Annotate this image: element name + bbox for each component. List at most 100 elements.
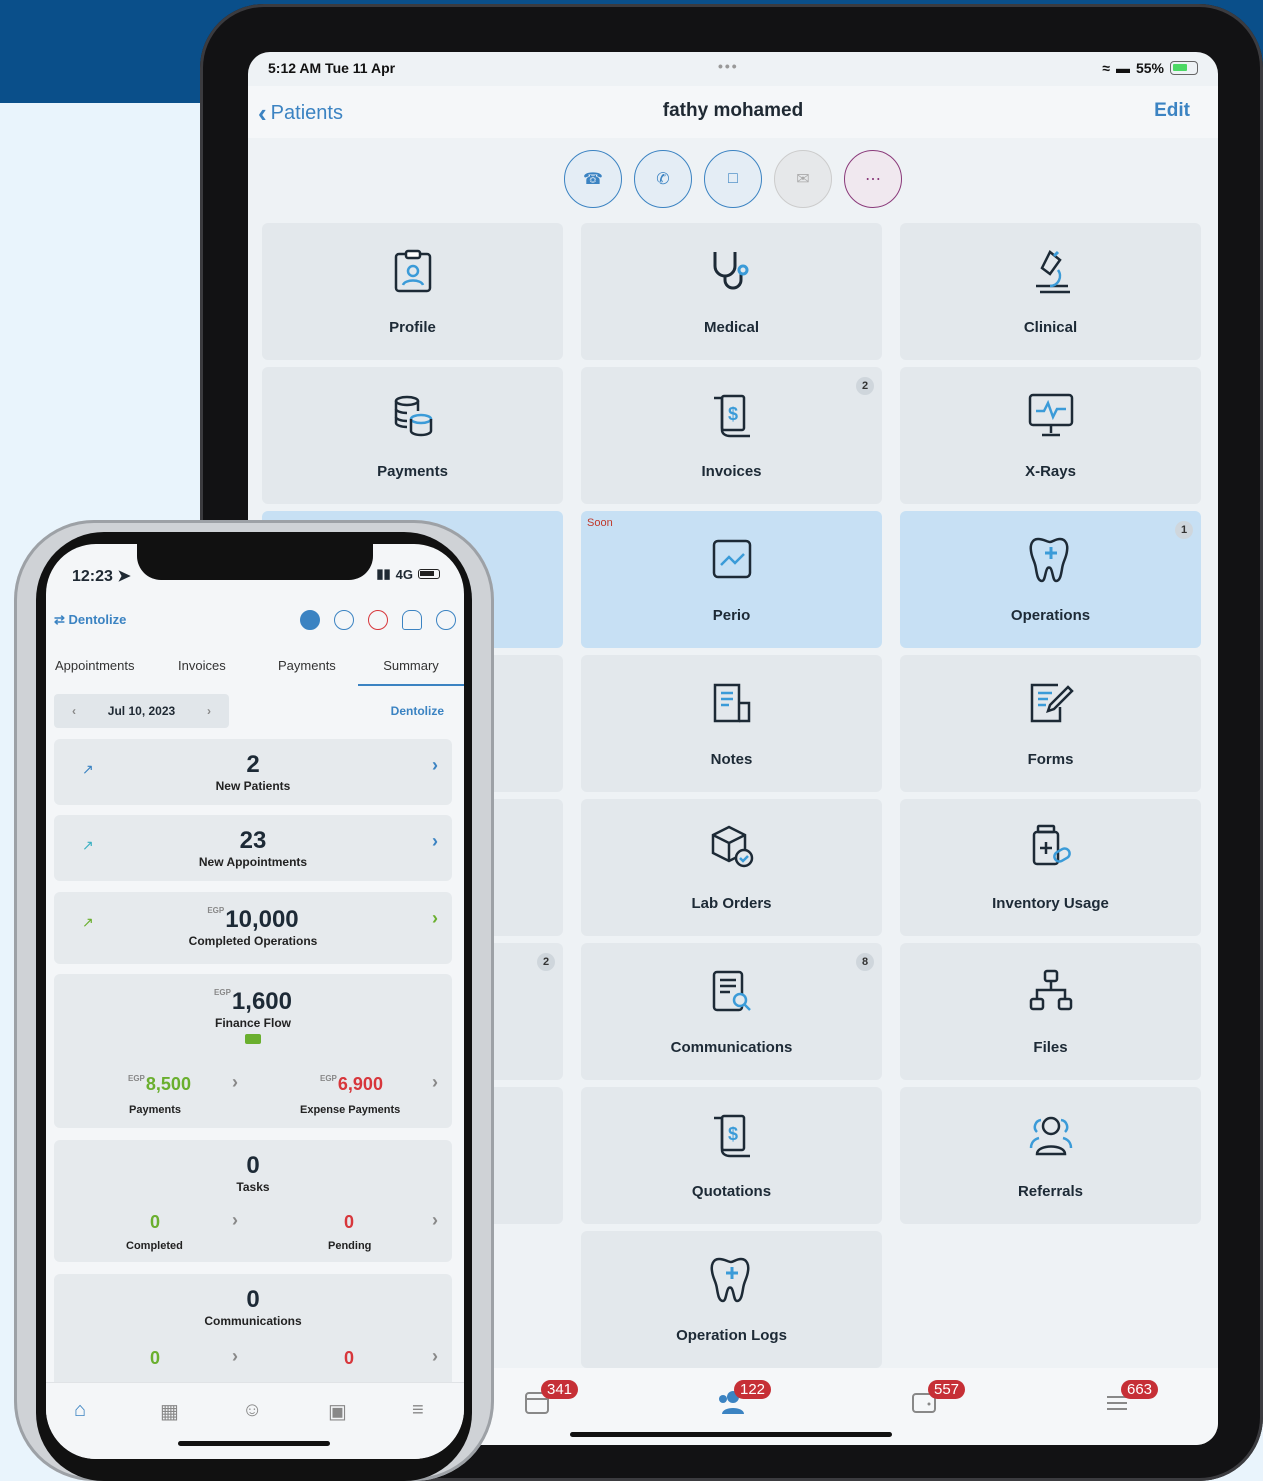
header-icons bbox=[300, 610, 456, 630]
sent-value[interactable]: 0 bbox=[150, 1348, 160, 1369]
tile-inventory-usage[interactable]: Inventory Usage bbox=[900, 799, 1201, 936]
tile-quotations[interactable]: $ Quotations bbox=[581, 1087, 882, 1224]
tab-wallet[interactable]: 557 bbox=[910, 1380, 966, 1418]
call-button[interactable]: ☎ bbox=[564, 150, 622, 208]
tab-payments[interactable]: Payments bbox=[278, 658, 336, 673]
tile-lab-orders[interactable]: Lab Orders bbox=[581, 799, 882, 936]
location-arrow-icon: ➤ bbox=[117, 568, 131, 585]
tile-label: Files bbox=[1033, 1039, 1068, 1056]
completed-value[interactable]: 0 bbox=[150, 1212, 160, 1233]
expense-label: Expense Payments bbox=[300, 1104, 401, 1116]
edit-button[interactable]: Edit bbox=[1154, 100, 1190, 122]
nav-bar: ‹ Patients fathy mohamed Edit bbox=[248, 86, 1218, 138]
patients-icon[interactable]: ☺ bbox=[242, 1399, 262, 1422]
tile-label: X-Rays bbox=[1025, 463, 1076, 480]
chevron-right-icon: › bbox=[232, 1072, 238, 1092]
tab-summary[interactable]: Summary bbox=[358, 658, 464, 686]
tile-invoices[interactable]: 2 $ Invoices bbox=[581, 367, 882, 504]
tab-invoices[interactable]: Invoices bbox=[178, 658, 226, 673]
tab-patients[interactable]: 122 bbox=[716, 1380, 772, 1418]
wifi-icon: ≈ bbox=[1102, 60, 1110, 76]
chat-button[interactable]: ⋯ bbox=[844, 150, 902, 208]
calendar-icon[interactable]: ▦ bbox=[160, 1399, 179, 1424]
expense-value[interactable]: EGP6,900 bbox=[320, 1074, 383, 1095]
chevron-right-icon: › bbox=[432, 908, 438, 928]
tile-notes[interactable]: Notes bbox=[581, 655, 882, 792]
list-icon[interactable] bbox=[334, 610, 354, 630]
tab-calendar[interactable]: 341 bbox=[523, 1380, 579, 1418]
network-label: 4G bbox=[395, 566, 413, 582]
tile-clinical[interactable]: Clinical bbox=[900, 223, 1201, 360]
tile-label: Quotations bbox=[691, 1183, 772, 1200]
trend-up-icon: ↗ bbox=[82, 761, 94, 777]
home-indicator[interactable] bbox=[178, 1441, 330, 1446]
home-icon[interactable]: ⌂ bbox=[74, 1399, 86, 1422]
add-icon[interactable] bbox=[436, 610, 456, 630]
chevron-right-icon: › bbox=[432, 1210, 438, 1230]
tab-appointments[interactable]: Appointments bbox=[55, 658, 135, 673]
chevron-right-icon: › bbox=[232, 1210, 238, 1230]
expense-value-text: 6,900 bbox=[337, 1074, 383, 1094]
medicine-icon bbox=[900, 823, 1201, 871]
phone-icon: ☎ bbox=[583, 171, 603, 188]
status-bar: 5:12 AM Tue 11 Apr ••• ≈ ▬ 55% bbox=[248, 52, 1218, 86]
sms-button[interactable]: □ bbox=[704, 150, 762, 208]
tab-badge: 663 bbox=[1121, 1380, 1159, 1399]
tile-referrals[interactable]: Referrals bbox=[900, 1087, 1201, 1224]
card-finance-flow: EGP1,600 Finance Flow EGP8,500 Payments … bbox=[54, 974, 452, 1128]
monitor-pulse-icon bbox=[900, 391, 1201, 439]
tooth-icon bbox=[900, 535, 1201, 583]
swap-icon: ⇄ bbox=[54, 612, 65, 627]
currency-label: EGP bbox=[214, 988, 231, 997]
bed-icon: ▬ bbox=[1115, 60, 1130, 76]
count-badge: 2 bbox=[537, 953, 555, 971]
card-value: EGP10,000 bbox=[54, 906, 452, 934]
date-picker[interactable]: ‹ Jul 10, 2023 › bbox=[54, 694, 229, 728]
battery-percent: 55% bbox=[1135, 60, 1164, 76]
pie-chart-icon[interactable] bbox=[300, 610, 320, 630]
tile-forms[interactable]: Forms bbox=[900, 655, 1201, 792]
chevron-right-icon: › bbox=[432, 1072, 438, 1092]
menu-icon[interactable]: ≡ bbox=[412, 1399, 424, 1422]
card-new-patients[interactable]: ↗ 2 New Patients › bbox=[54, 739, 452, 805]
brand-switch[interactable]: ⇄ Dentolize bbox=[54, 612, 126, 628]
package-icon bbox=[581, 823, 882, 871]
note-icon bbox=[581, 679, 882, 727]
tile-perio[interactable]: Soon Perio bbox=[581, 511, 882, 648]
tab-menu[interactable]: 663 bbox=[1103, 1380, 1159, 1418]
coins-icon bbox=[262, 391, 563, 439]
card-value: 2 bbox=[246, 751, 260, 778]
next-date-icon[interactable]: › bbox=[207, 694, 211, 728]
pending-label: Pending bbox=[328, 1240, 372, 1252]
whatsapp-button[interactable]: ✆ bbox=[634, 150, 692, 208]
tile-operations[interactable]: 1 Operations bbox=[900, 511, 1201, 648]
pending-value[interactable]: 0 bbox=[344, 1212, 354, 1233]
bell-icon[interactable] bbox=[402, 610, 422, 630]
sitemap-icon bbox=[900, 967, 1201, 1015]
multitask-dots[interactable]: ••• bbox=[718, 58, 739, 74]
tile-profile[interactable]: Profile bbox=[262, 223, 563, 360]
card-completed-operations[interactable]: ↗ EGP10,000 Completed Operations › bbox=[54, 892, 452, 964]
payments-value[interactable]: EGP8,500 bbox=[128, 1074, 191, 1095]
mail-icon: ✉ bbox=[796, 171, 810, 188]
brand-label: Dentolize bbox=[68, 612, 127, 627]
card-label: Communications bbox=[204, 1314, 302, 1328]
tile-x-rays[interactable]: X-Rays bbox=[900, 367, 1201, 504]
phone-screen: 12:23 ➤ ▮▮ 4G ⇄ Dentolize Appointments I… bbox=[46, 544, 464, 1459]
wallet-icon[interactable]: ▣ bbox=[328, 1399, 347, 1424]
prev-date-icon[interactable]: ‹ bbox=[72, 694, 76, 728]
clock-icon[interactable] bbox=[368, 610, 388, 630]
tile-operation-logs[interactable]: Operation Logs bbox=[581, 1231, 882, 1368]
card-new-appointments[interactable]: ↗ 23 New Appointments › bbox=[54, 815, 452, 881]
tab-badge: 122 bbox=[734, 1380, 772, 1399]
clinic-selector[interactable]: Dentolize bbox=[391, 704, 444, 718]
card-label: Completed Operations bbox=[188, 934, 318, 948]
tile-files[interactable]: Files bbox=[900, 943, 1201, 1080]
tile-payments[interactable]: Payments bbox=[262, 367, 563, 504]
home-indicator[interactable] bbox=[570, 1432, 892, 1437]
email-button[interactable]: ✉ bbox=[774, 150, 832, 208]
page-title: fathy mohamed bbox=[662, 100, 804, 121]
failed-value[interactable]: 0 bbox=[344, 1348, 354, 1369]
tile-communications[interactable]: 8 Communications bbox=[581, 943, 882, 1080]
tile-medical[interactable]: Medical bbox=[581, 223, 882, 360]
